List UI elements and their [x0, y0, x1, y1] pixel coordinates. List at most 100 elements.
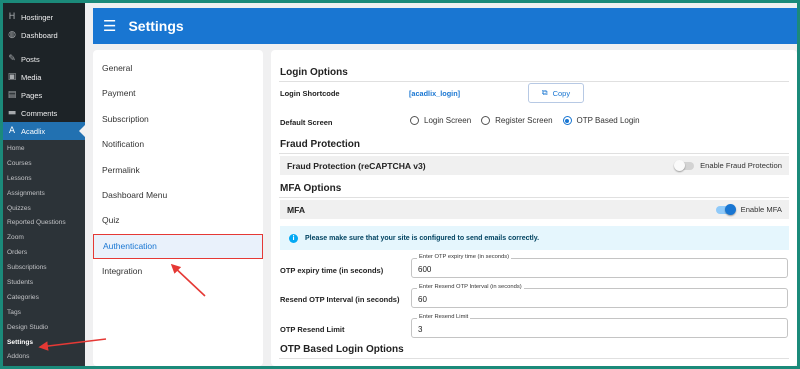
dashboard-icon: ◍ — [8, 30, 16, 40]
wp-submenu-orders[interactable]: Orders — [3, 246, 85, 261]
resend-otp-interval-field: Enter Resend OTP Interval (in seconds) — [411, 284, 788, 308]
wp-submenu-settings[interactable]: Settings — [3, 336, 85, 351]
wp-submenu-addons[interactable]: Addons — [3, 350, 85, 365]
settings-header: ☰ Settings — [93, 8, 797, 44]
radio-label: Register Screen — [495, 116, 553, 125]
wp-submenu-zoom[interactable]: Zoom — [3, 231, 85, 246]
wp-menu-label: Comments — [21, 108, 58, 118]
wp-menu-label: Posts — [21, 54, 40, 64]
radio-circle-selected — [562, 116, 572, 125]
wp-submenu-students[interactable]: Students — [3, 276, 85, 291]
nav-item-integration[interactable]: Integration — [93, 259, 263, 284]
wp-menu-dashboard[interactable]: ◍ Dashboard — [3, 26, 85, 44]
default-screen-radio-group: Login Screen Register Screen OTP Based L… — [410, 116, 650, 125]
settings-nav: General Payment Subscription Notificatio… — [93, 50, 263, 366]
wp-menu-posts[interactable]: ✎ Posts — [3, 50, 85, 68]
mfa-toggle-label: Enable MFA — [740, 205, 782, 214]
wp-menu-media[interactable]: ▣ Media — [3, 68, 85, 86]
section-title-fraud-protection: Fraud Protection — [280, 139, 361, 150]
mfa-bar-title: MFA — [287, 204, 306, 215]
wp-menu-label: Acadlix — [21, 126, 46, 136]
wp-submenu: Home Courses Lessons Assignments Quizzes… — [3, 140, 85, 366]
mfa-toggle[interactable] — [715, 204, 736, 215]
fraud-protection-bar-title: Fraud Protection (reCAPTCHA v3) — [287, 160, 426, 171]
fraud-protection-toggle[interactable] — [674, 160, 695, 171]
resend-otp-interval-input[interactable] — [412, 289, 787, 307]
wp-menu-label: Dashboard — [21, 30, 58, 40]
nav-item-general[interactable]: General — [93, 56, 263, 81]
radio-circle — [410, 116, 419, 125]
nav-item-authentication[interactable]: Authentication — [93, 233, 263, 260]
wp-submenu-courses[interactable]: Courses — [3, 157, 85, 172]
section-divider — [279, 153, 789, 154]
otp-expiry-field: Enter OTP expiry time (in seconds) — [411, 254, 788, 278]
radio-label: Login Screen — [424, 116, 472, 125]
wp-submenu-lessons[interactable]: Lessons — [3, 172, 85, 187]
resend-otp-interval-label: Resend OTP Interval (in seconds) — [280, 295, 400, 304]
menu-icon[interactable]: ☰ — [103, 17, 116, 35]
otp-expiry-input[interactable] — [412, 259, 787, 277]
wp-admin-sidebar: H Hostinger ◍ Dashboard ✎ Posts ▣ Media … — [3, 3, 85, 366]
wp-submenu-tags[interactable]: Tags — [3, 306, 85, 321]
wp-menu-hostinger[interactable]: H Hostinger — [3, 8, 85, 26]
nav-item-permalink[interactable]: Permalink — [93, 158, 263, 183]
nav-item-quiz[interactable]: Quiz — [93, 208, 263, 233]
field-floating-label: Enter Resend Limit — [417, 314, 471, 320]
toggle-knob — [674, 160, 686, 171]
section-title-login-options: Login Options — [280, 67, 348, 78]
hostinger-icon: H — [8, 12, 16, 22]
wp-menu-pages[interactable]: ▤ Pages — [3, 86, 85, 104]
acadlix-icon: A — [8, 126, 16, 136]
radio-register-screen[interactable]: Register Screen — [481, 116, 553, 125]
fraud-protection-toggle-label: Enable Fraud Protection — [700, 161, 782, 170]
media-icon: ▣ — [7, 72, 17, 82]
pin-icon: ✎ — [8, 54, 16, 64]
wp-submenu-quizzes[interactable]: Quizzes — [3, 202, 85, 217]
wp-menu-label: Pages — [21, 90, 43, 100]
radio-circle — [481, 116, 491, 125]
otp-resend-limit-label: OTP Resend Limit — [280, 325, 345, 334]
wp-submenu-home[interactable]: Home — [3, 142, 85, 157]
email-config-alert: i Please make sure that your site is con… — [280, 226, 789, 250]
default-screen-label: Default Screen — [280, 118, 333, 127]
section-divider — [279, 358, 789, 359]
radio-label: OTP Based Login — [576, 116, 640, 125]
section-divider — [279, 197, 789, 198]
wp-submenu-categories[interactable]: Categories — [3, 291, 85, 306]
toggle-knob — [724, 204, 736, 215]
settings-content: Login Options Login Shortcode [acadlix_l… — [271, 50, 797, 366]
radio-otp-based-login[interactable]: OTP Based Login — [562, 116, 640, 125]
otp-resend-limit-input[interactable] — [412, 319, 787, 337]
wp-menu-label: Hostinger — [21, 12, 54, 22]
wp-submenu-assignments[interactable]: Assignments — [3, 187, 85, 202]
field-floating-label: Enter Resend OTP Interval (in seconds) — [417, 284, 524, 290]
wp-submenu-subscriptions[interactable]: Subscriptions — [3, 261, 85, 276]
nav-item-payment[interactable]: Payment — [93, 81, 263, 106]
otp-resend-limit-field: Enter Resend Limit — [411, 314, 788, 338]
wp-menu-label: Media — [21, 72, 42, 82]
nav-item-dashboard-menu[interactable]: Dashboard Menu — [93, 183, 263, 208]
nav-item-notification[interactable]: Notification — [93, 132, 263, 157]
copy-button-label: Copy — [552, 88, 571, 98]
info-icon: i — [289, 233, 298, 243]
wp-submenu-design-studio[interactable]: Design Studio — [3, 321, 85, 336]
copy-button[interactable]: ⧉ Copy — [528, 83, 584, 103]
wp-menu-comments[interactable]: ▬ Comments — [3, 104, 85, 122]
section-title-otp-based-login-options: OTP Based Login Options — [280, 344, 404, 355]
otp-expiry-label: OTP expiry time (in seconds) — [280, 266, 384, 275]
login-shortcode-label: Login Shortcode — [280, 89, 340, 98]
field-floating-label: Enter OTP expiry time (in seconds) — [417, 254, 512, 260]
login-shortcode-value: [acadlix_login] — [409, 89, 461, 98]
nav-item-subscription[interactable]: Subscription — [93, 107, 263, 132]
section-divider — [279, 81, 789, 82]
pages-icon: ▤ — [7, 90, 17, 100]
mfa-bar: MFA Enable MFA — [280, 200, 789, 219]
copy-icon: ⧉ — [541, 88, 548, 97]
radio-login-screen[interactable]: Login Screen — [410, 116, 471, 125]
wp-menu-acadlix[interactable]: A Acadlix — [3, 122, 85, 140]
wp-submenu-reported-questions[interactable]: Reported Questions — [3, 216, 85, 231]
comments-icon: ▬ — [7, 108, 17, 118]
section-title-mfa-options: MFA Options — [280, 183, 342, 194]
app-window: H Hostinger ◍ Dashboard ✎ Posts ▣ Media … — [3, 3, 797, 366]
alert-text: Please make sure that your site is confi… — [305, 234, 540, 242]
